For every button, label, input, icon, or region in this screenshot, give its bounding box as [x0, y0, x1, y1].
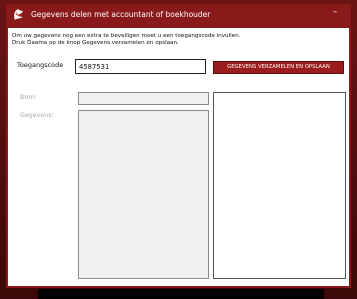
output-panel[interactable] [213, 92, 346, 279]
access-code-input[interactable] [75, 59, 206, 74]
dialog-window: Gegevens delen met accountant of boekhou… [6, 4, 351, 288]
source-field [78, 92, 209, 105]
source-label: Bron: [20, 94, 37, 101]
data-label: Gegevens: [20, 112, 54, 119]
app-logo-icon [14, 9, 23, 20]
intro-line-2: Druk Daama op de knop Gegevens verzamele… [12, 39, 179, 46]
screen: Gegevens delen met accountant of boekhou… [0, 0, 357, 299]
collect-and-save-button[interactable]: GEGEVENS VERZAMELEN EN OPSLAAN [213, 61, 344, 74]
title-bar[interactable]: Gegevens delen met accountant of boekhou… [6, 4, 351, 28]
dialog-content: Om uw gegevens nog een extra te beveilig… [8, 28, 349, 286]
taskbar-strip [38, 289, 324, 299]
data-textarea [78, 110, 209, 279]
minimize-button[interactable]: – [324, 4, 346, 20]
access-code-label: Toegangscode [17, 61, 64, 69]
window-title: Gegevens delen met accountant of boekhou… [31, 10, 211, 19]
intro-text: Om uw gegevens nog een extra te beveilig… [12, 33, 240, 46]
intro-line-1: Om uw gegevens nog een extra te beveilig… [12, 33, 241, 39]
